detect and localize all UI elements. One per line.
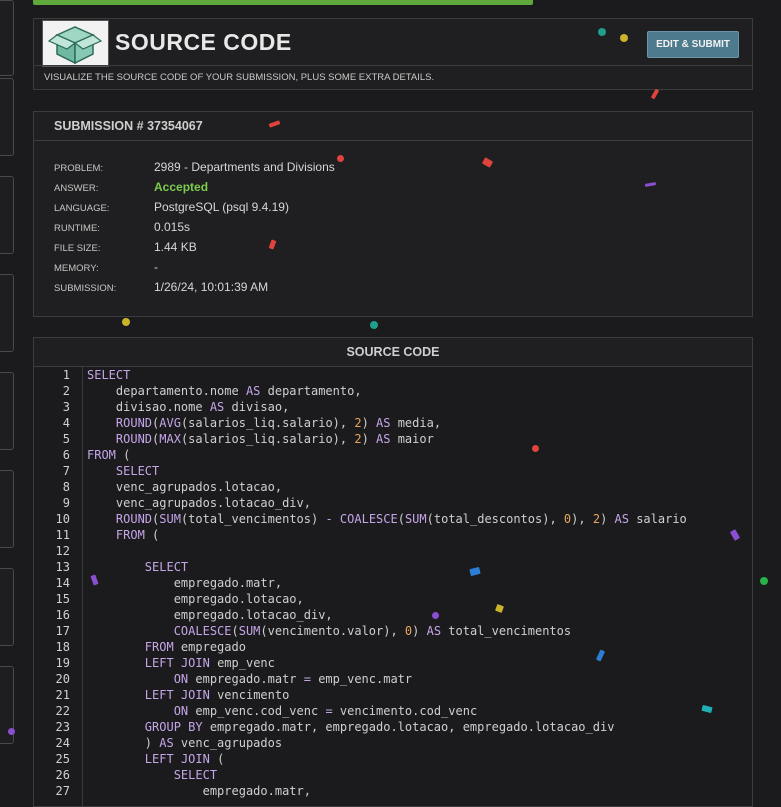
side-tab[interactable] (0, 470, 14, 548)
page-subtitle: VISUALIZE THE SOURCE CODE OF YOUR SUBMIS… (44, 72, 435, 83)
submission-title: SUBMISSION # 37354067 (54, 119, 203, 133)
confetti-piece (122, 318, 130, 326)
code-text: FROM ( (115, 528, 160, 542)
filesize-value: 1.44 KB (154, 240, 197, 254)
code-text: empregado.matr, (87, 576, 283, 590)
detail-label: LANGUAGE: (54, 203, 110, 214)
line-number: 3 (62, 400, 70, 414)
runtime-value: 0.015s (154, 220, 191, 234)
code-text: ROUND(AVG(salarios_liq.salario), 2) AS m… (115, 416, 442, 430)
code-text: SELECT (144, 560, 189, 574)
side-tab[interactable] (0, 372, 14, 450)
detail-label: PROBLEM: (54, 163, 104, 174)
line-number: 16 (55, 608, 70, 622)
line-number: 24 (55, 736, 70, 750)
memory-value: - (154, 260, 158, 274)
confetti-piece (620, 34, 628, 42)
code-text: ON empregado.matr = emp_venc.matr (173, 672, 413, 686)
detail-label: FILE SIZE: (54, 243, 101, 254)
line-number: 20 (55, 672, 70, 686)
line-number: 25 (55, 752, 70, 766)
detail-label: ANSWER: (54, 183, 99, 194)
code-text: ) AS venc_agrupados (87, 736, 283, 750)
code-text: departamento.nome AS departamento, (87, 384, 362, 398)
line-number: 15 (55, 592, 70, 606)
line-number: 13 (55, 560, 70, 574)
confetti-piece (432, 612, 439, 619)
code-text: divisao.nome AS divisao, (87, 400, 290, 414)
code-text: LEFT JOIN emp_venc (144, 656, 275, 670)
line-number: 7 (62, 464, 70, 478)
line-number: 27 (55, 784, 70, 798)
line-number: 18 (55, 640, 70, 654)
code-text: SELECT (115, 464, 160, 478)
confetti-piece (532, 445, 539, 452)
code-text: COALESCE(SUM(vencimento.valor), 0) AS to… (173, 624, 572, 638)
side-tab[interactable] (0, 274, 14, 352)
left-side-tabs (0, 0, 14, 787)
detail-label: SUBMISSION: (54, 283, 117, 294)
source-code-header: SOURCE CODE EDIT & SUBMIT VISUALIZE THE … (33, 18, 753, 90)
line-number: 26 (55, 768, 70, 782)
code-text: LEFT JOIN vencimento (144, 688, 290, 702)
side-tab[interactable] (0, 0, 14, 76)
code-title: SOURCE CODE (346, 345, 440, 359)
line-number: 21 (55, 688, 70, 702)
progress-bar (33, 0, 533, 5)
line-number: 2 (62, 384, 70, 398)
detail-label: RUNTIME: (54, 223, 100, 234)
page-title: SOURCE CODE (115, 29, 292, 55)
code-text: LEFT JOIN ( (144, 752, 225, 766)
box-logo-icon (42, 20, 109, 67)
submission-details: SUBMISSION # 37354067 PROBLEM: 2989 - De… (33, 111, 753, 317)
confetti-piece (337, 155, 344, 162)
confetti-piece (598, 28, 606, 36)
code-text: venc_agrupados.lotacao, (87, 480, 283, 494)
answer-status: Accepted (154, 180, 209, 194)
code-text: venc_agrupados.lotacao_div, (87, 496, 311, 510)
line-number: 22 (55, 704, 70, 718)
line-number: 12 (55, 544, 70, 558)
detail-label: MEMORY: (54, 263, 99, 274)
code-text: empregado.lotacao_div, (87, 608, 333, 622)
gutter-separator (82, 367, 83, 806)
line-number: 10 (55, 512, 70, 526)
code-text: empregado.matr, (87, 784, 311, 798)
submission-time: 1/26/24, 10:01:39 AM (154, 280, 269, 294)
problem-value: 2989 - Departments and Divisions (154, 160, 335, 174)
edit-submit-button[interactable]: EDIT & SUBMIT (647, 31, 739, 58)
line-number: 8 (62, 480, 70, 494)
side-tab[interactable] (0, 78, 14, 156)
line-number: 9 (62, 496, 70, 510)
line-number: 23 (55, 720, 70, 734)
confetti-piece (650, 88, 660, 100)
code-editor[interactable]: 1 SELECT 2 departamento.nome AS departamen… (34, 367, 752, 806)
line-number: 4 (62, 416, 70, 430)
confetti-piece (370, 321, 378, 329)
side-tab[interactable] (0, 568, 14, 646)
code-text: GROUP BY empregado.matr, empregado.lotac… (144, 720, 615, 734)
code-text: SELECT (173, 768, 218, 782)
code-text: FROM empregado (144, 640, 246, 654)
code-text: empregado.lotacao, (87, 592, 304, 606)
source-code-panel: SOURCE CODE 1 SELECT 2 departamento.nome A… (33, 337, 753, 807)
confetti-piece (8, 728, 15, 735)
code-text: ROUND(SUM(total_vencimentos) - COALESCE(… (115, 512, 687, 526)
line-number: 1 (62, 368, 70, 382)
line-number: 17 (55, 624, 70, 638)
line-number: 5 (62, 432, 70, 446)
code-text: ROUND(MAX(salarios_liq.salario), 2) AS m… (115, 432, 434, 446)
language-value: PostgreSQL (psql 9.4.19) (154, 200, 289, 214)
code-text: FROM ( (87, 448, 131, 462)
line-number: 14 (55, 576, 70, 590)
confetti-piece (760, 577, 768, 585)
code-text: ON emp_venc.cod_venc = vencimento.cod_ve… (173, 704, 478, 718)
line-number: 6 (62, 448, 70, 462)
line-number: 19 (55, 656, 70, 670)
line-number: 11 (55, 528, 70, 542)
divider (34, 140, 752, 141)
divider (34, 65, 752, 66)
side-tab[interactable] (0, 176, 14, 254)
code-text: SELECT (87, 368, 131, 382)
